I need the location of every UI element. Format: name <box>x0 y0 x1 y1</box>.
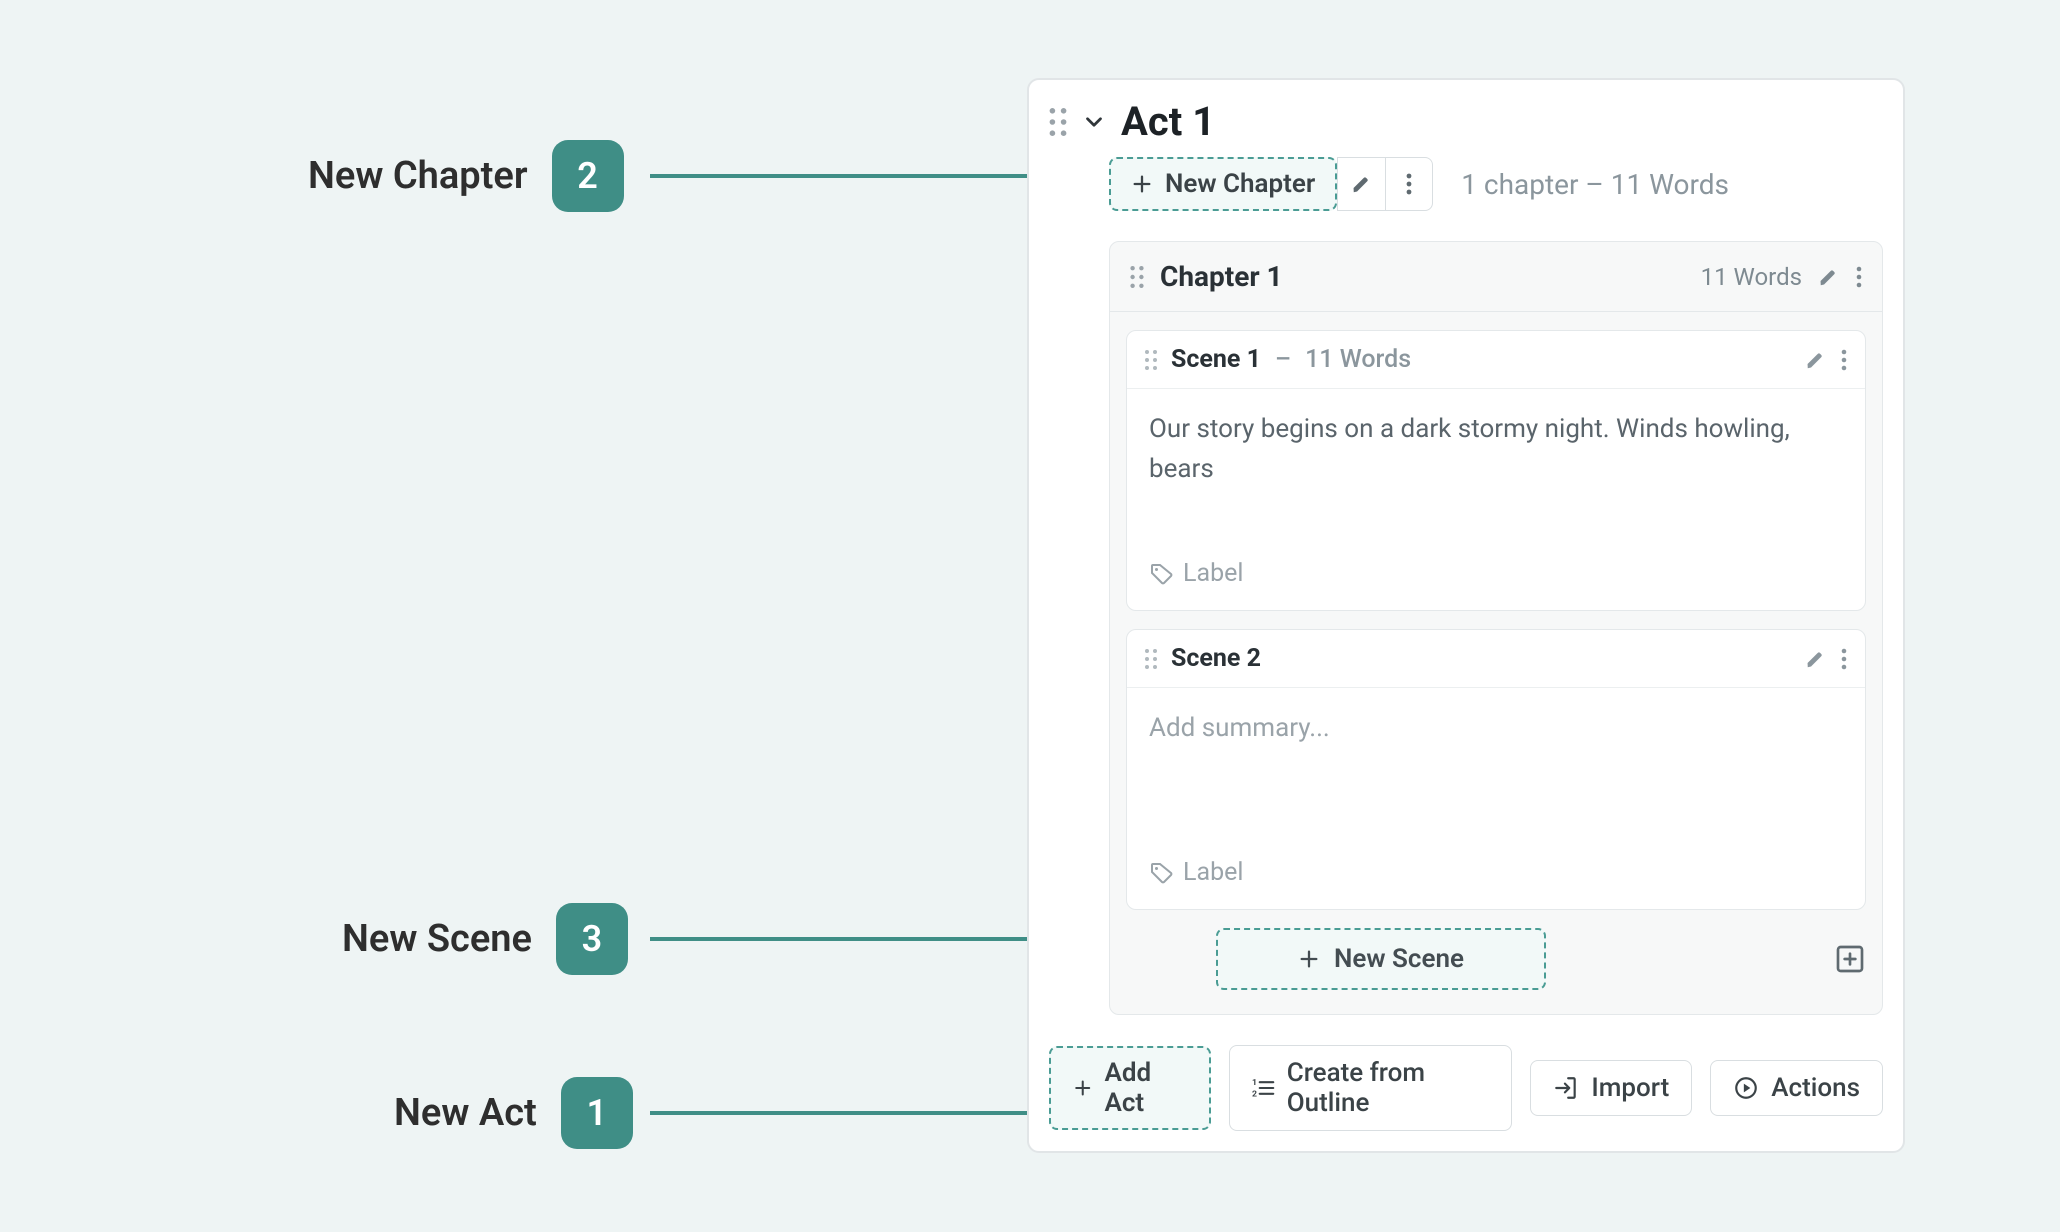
callout-new-chapter: New Chapter 2 <box>308 140 624 212</box>
scene-label-text: Label <box>1183 858 1243 887</box>
scene-card: Scene 1 – 11 Words Our story begins on a… <box>1126 330 1866 611</box>
act-more-menu[interactable] <box>1385 157 1433 211</box>
import-icon <box>1553 1075 1579 1101</box>
new-scene-label: New Scene <box>1334 944 1464 974</box>
scene-header: Scene 2 <box>1127 630 1865 688</box>
play-circle-icon <box>1733 1075 1759 1101</box>
scene-word-count: 11 Words <box>1305 345 1411 374</box>
callout-number-badge: 2 <box>552 140 624 212</box>
callout-label: New Scene <box>342 917 532 961</box>
connector-line <box>650 1111 1042 1115</box>
callout-label: New Act <box>394 1091 537 1135</box>
act-stats: 1 chapter – 11 Words <box>1461 168 1729 201</box>
svg-text:2: 2 <box>1252 1090 1257 1100</box>
plus-icon <box>1131 173 1153 195</box>
drag-handle-icon[interactable] <box>1049 108 1067 136</box>
drag-handle-icon[interactable] <box>1130 266 1144 288</box>
add-card-button[interactable] <box>1834 943 1866 975</box>
act-header: Act 1 <box>1049 98 1883 145</box>
scene-label-text: Label <box>1183 559 1243 588</box>
scene-sep: – <box>1275 345 1291 374</box>
callout-new-scene: New Scene 3 <box>342 903 628 975</box>
new-scene-row: New Scene <box>1126 928 1866 990</box>
drag-handle-icon[interactable] <box>1145 649 1157 669</box>
scene-summary-placeholder[interactable]: Add summary... <box>1127 688 1865 848</box>
callout-new-act: New Act 1 <box>394 1077 633 1149</box>
new-scene-button[interactable]: New Scene <box>1216 928 1546 990</box>
new-chapter-label: New Chapter <box>1165 169 1315 199</box>
scene-summary[interactable]: Our story begins on a dark stormy night.… <box>1127 389 1865 549</box>
scene-card: Scene 2 Add summary... Label <box>1126 629 1866 910</box>
new-chapter-group: New Chapter <box>1109 157 1433 211</box>
footer-action-bar: Add Act 1 2 Create from Outline Import <box>1049 1045 1883 1131</box>
chapter-more-menu[interactable] <box>1856 266 1862 288</box>
plus-icon <box>1073 1077 1092 1099</box>
act-title: Act 1 <box>1121 98 1215 145</box>
import-button[interactable]: Import <box>1530 1060 1692 1116</box>
edit-scene-button[interactable] <box>1805 648 1827 670</box>
callout-number-badge: 1 <box>561 1077 633 1149</box>
new-chapter-button[interactable]: New Chapter <box>1109 157 1337 211</box>
plus-icon <box>1298 948 1320 970</box>
add-act-label: Add Act <box>1104 1058 1186 1118</box>
scene-header: Scene 1 – 11 Words <box>1127 331 1865 389</box>
edit-scene-button[interactable] <box>1805 349 1827 371</box>
edit-act-button[interactable] <box>1337 157 1385 211</box>
scene-more-menu[interactable] <box>1841 349 1847 371</box>
tag-icon <box>1149 562 1173 586</box>
callout-label: New Chapter <box>308 154 528 198</box>
chevron-down-icon[interactable] <box>1081 109 1107 135</box>
act-meta-row: New Chapter 1 chapter – 11 Words <box>1109 157 1883 211</box>
create-from-outline-label: Create from Outline <box>1287 1058 1490 1118</box>
create-from-outline-button[interactable]: 1 2 Create from Outline <box>1229 1045 1513 1131</box>
actions-button[interactable]: Actions <box>1710 1060 1883 1116</box>
edit-chapter-button[interactable] <box>1818 266 1840 288</box>
scene-title: Scene 1 <box>1171 345 1261 374</box>
scene-label-row[interactable]: Label <box>1127 848 1865 909</box>
scene-more-menu[interactable] <box>1841 648 1847 670</box>
outline-list-icon: 1 2 <box>1252 1075 1275 1101</box>
callout-number-badge: 3 <box>556 903 628 975</box>
svg-text:1: 1 <box>1252 1078 1257 1088</box>
tag-icon <box>1149 861 1173 885</box>
drag-handle-icon[interactable] <box>1145 350 1157 370</box>
scene-title: Scene 2 <box>1171 644 1261 673</box>
story-structure-panel: Act 1 New Chapter 1 chapter – 11 Words C… <box>1027 78 1905 1153</box>
chapter-word-count: 11 Words <box>1701 263 1802 291</box>
chapter-card: Chapter 1 11 Words Scene 1 – 11 Words <box>1109 241 1883 1015</box>
scene-label-row[interactable]: Label <box>1127 549 1865 610</box>
add-act-button[interactable]: Add Act <box>1049 1046 1211 1130</box>
actions-label: Actions <box>1771 1073 1860 1103</box>
import-label: Import <box>1591 1073 1669 1103</box>
chapter-header: Chapter 1 11 Words <box>1110 242 1882 312</box>
chapter-title: Chapter 1 <box>1160 260 1685 293</box>
